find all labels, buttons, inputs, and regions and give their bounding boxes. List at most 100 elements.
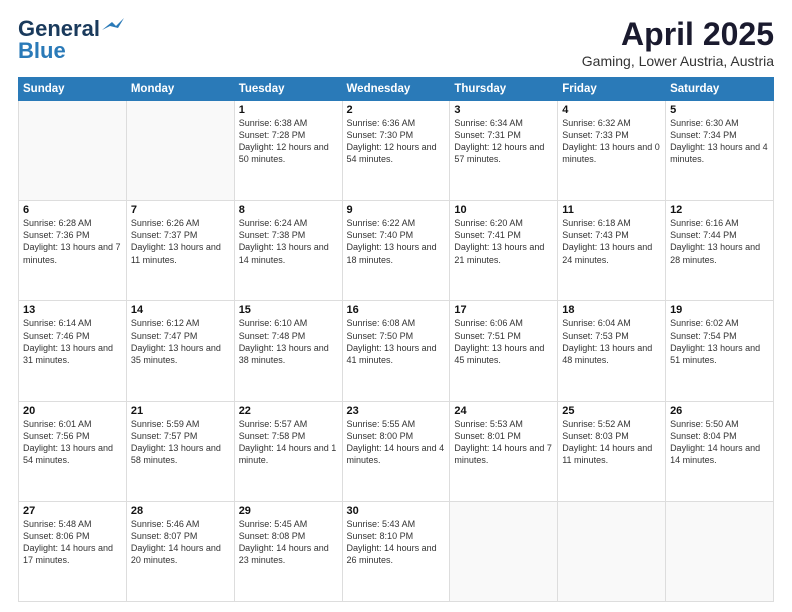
calendar-cell: 24Sunrise: 5:53 AM Sunset: 8:01 PM Dayli… bbox=[450, 401, 558, 501]
day-info: Sunrise: 6:04 AM Sunset: 7:53 PM Dayligh… bbox=[562, 317, 661, 366]
calendar-cell: 30Sunrise: 5:43 AM Sunset: 8:10 PM Dayli… bbox=[342, 501, 450, 601]
calendar-cell bbox=[19, 101, 127, 201]
day-info: Sunrise: 6:06 AM Sunset: 7:51 PM Dayligh… bbox=[454, 317, 553, 366]
day-number: 13 bbox=[23, 304, 122, 316]
calendar-cell: 2Sunrise: 6:36 AM Sunset: 7:30 PM Daylig… bbox=[342, 101, 450, 201]
day-number: 21 bbox=[131, 405, 230, 417]
day-info: Sunrise: 6:10 AM Sunset: 7:48 PM Dayligh… bbox=[239, 317, 338, 366]
calendar-week-row: 1Sunrise: 6:38 AM Sunset: 7:28 PM Daylig… bbox=[19, 101, 774, 201]
day-number: 9 bbox=[347, 204, 446, 216]
day-info: Sunrise: 5:53 AM Sunset: 8:01 PM Dayligh… bbox=[454, 418, 553, 467]
calendar-cell bbox=[666, 501, 774, 601]
calendar-cell: 11Sunrise: 6:18 AM Sunset: 7:43 PM Dayli… bbox=[558, 201, 666, 301]
calendar-cell: 19Sunrise: 6:02 AM Sunset: 7:54 PM Dayli… bbox=[666, 301, 774, 401]
month-title: April 2025 bbox=[582, 16, 774, 53]
calendar-cell: 13Sunrise: 6:14 AM Sunset: 7:46 PM Dayli… bbox=[19, 301, 127, 401]
day-info: Sunrise: 6:24 AM Sunset: 7:38 PM Dayligh… bbox=[239, 217, 338, 266]
day-info: Sunrise: 5:43 AM Sunset: 8:10 PM Dayligh… bbox=[347, 518, 446, 567]
logo-bird-icon bbox=[102, 18, 124, 36]
location-subtitle: Gaming, Lower Austria, Austria bbox=[582, 53, 774, 69]
calendar-cell: 12Sunrise: 6:16 AM Sunset: 7:44 PM Dayli… bbox=[666, 201, 774, 301]
calendar-cell: 9Sunrise: 6:22 AM Sunset: 7:40 PM Daylig… bbox=[342, 201, 450, 301]
title-block: April 2025 Gaming, Lower Austria, Austri… bbox=[582, 16, 774, 69]
day-number: 25 bbox=[562, 405, 661, 417]
day-number: 23 bbox=[347, 405, 446, 417]
calendar-cell: 10Sunrise: 6:20 AM Sunset: 7:41 PM Dayli… bbox=[450, 201, 558, 301]
calendar-cell: 26Sunrise: 5:50 AM Sunset: 8:04 PM Dayli… bbox=[666, 401, 774, 501]
calendar-cell: 7Sunrise: 6:26 AM Sunset: 7:37 PM Daylig… bbox=[126, 201, 234, 301]
page: General Blue April 2025 Gaming, Lower Au… bbox=[0, 0, 792, 612]
calendar-cell: 15Sunrise: 6:10 AM Sunset: 7:48 PM Dayli… bbox=[234, 301, 342, 401]
calendar-cell: 6Sunrise: 6:28 AM Sunset: 7:36 PM Daylig… bbox=[19, 201, 127, 301]
day-info: Sunrise: 6:08 AM Sunset: 7:50 PM Dayligh… bbox=[347, 317, 446, 366]
day-info: Sunrise: 5:45 AM Sunset: 8:08 PM Dayligh… bbox=[239, 518, 338, 567]
day-info: Sunrise: 6:02 AM Sunset: 7:54 PM Dayligh… bbox=[670, 317, 769, 366]
day-info: Sunrise: 6:20 AM Sunset: 7:41 PM Dayligh… bbox=[454, 217, 553, 266]
logo-blue: Blue bbox=[18, 38, 66, 64]
day-number: 15 bbox=[239, 304, 338, 316]
day-info: Sunrise: 6:28 AM Sunset: 7:36 PM Dayligh… bbox=[23, 217, 122, 266]
calendar-cell: 21Sunrise: 5:59 AM Sunset: 7:57 PM Dayli… bbox=[126, 401, 234, 501]
day-number: 10 bbox=[454, 204, 553, 216]
calendar-cell: 29Sunrise: 5:45 AM Sunset: 8:08 PM Dayli… bbox=[234, 501, 342, 601]
day-info: Sunrise: 6:26 AM Sunset: 7:37 PM Dayligh… bbox=[131, 217, 230, 266]
col-tuesday: Tuesday bbox=[234, 78, 342, 101]
calendar-cell bbox=[558, 501, 666, 601]
day-info: Sunrise: 5:48 AM Sunset: 8:06 PM Dayligh… bbox=[23, 518, 122, 567]
day-number: 26 bbox=[670, 405, 769, 417]
col-saturday: Saturday bbox=[666, 78, 774, 101]
day-number: 4 bbox=[562, 104, 661, 116]
day-number: 27 bbox=[23, 505, 122, 517]
calendar-cell: 8Sunrise: 6:24 AM Sunset: 7:38 PM Daylig… bbox=[234, 201, 342, 301]
calendar-week-row: 13Sunrise: 6:14 AM Sunset: 7:46 PM Dayli… bbox=[19, 301, 774, 401]
day-info: Sunrise: 6:01 AM Sunset: 7:56 PM Dayligh… bbox=[23, 418, 122, 467]
calendar-week-row: 20Sunrise: 6:01 AM Sunset: 7:56 PM Dayli… bbox=[19, 401, 774, 501]
day-number: 11 bbox=[562, 204, 661, 216]
day-info: Sunrise: 6:30 AM Sunset: 7:34 PM Dayligh… bbox=[670, 117, 769, 166]
day-info: Sunrise: 5:46 AM Sunset: 8:07 PM Dayligh… bbox=[131, 518, 230, 567]
calendar-cell: 28Sunrise: 5:46 AM Sunset: 8:07 PM Dayli… bbox=[126, 501, 234, 601]
day-info: Sunrise: 6:38 AM Sunset: 7:28 PM Dayligh… bbox=[239, 117, 338, 166]
day-number: 24 bbox=[454, 405, 553, 417]
day-info: Sunrise: 5:52 AM Sunset: 8:03 PM Dayligh… bbox=[562, 418, 661, 467]
calendar-week-row: 6Sunrise: 6:28 AM Sunset: 7:36 PM Daylig… bbox=[19, 201, 774, 301]
calendar-cell: 3Sunrise: 6:34 AM Sunset: 7:31 PM Daylig… bbox=[450, 101, 558, 201]
calendar-cell: 23Sunrise: 5:55 AM Sunset: 8:00 PM Dayli… bbox=[342, 401, 450, 501]
day-number: 20 bbox=[23, 405, 122, 417]
day-number: 16 bbox=[347, 304, 446, 316]
calendar-cell: 5Sunrise: 6:30 AM Sunset: 7:34 PM Daylig… bbox=[666, 101, 774, 201]
day-number: 5 bbox=[670, 104, 769, 116]
day-info: Sunrise: 5:50 AM Sunset: 8:04 PM Dayligh… bbox=[670, 418, 769, 467]
day-number: 12 bbox=[670, 204, 769, 216]
calendar-cell: 16Sunrise: 6:08 AM Sunset: 7:50 PM Dayli… bbox=[342, 301, 450, 401]
col-sunday: Sunday bbox=[19, 78, 127, 101]
calendar-cell: 14Sunrise: 6:12 AM Sunset: 7:47 PM Dayli… bbox=[126, 301, 234, 401]
day-number: 19 bbox=[670, 304, 769, 316]
day-number: 3 bbox=[454, 104, 553, 116]
col-friday: Friday bbox=[558, 78, 666, 101]
calendar-cell bbox=[450, 501, 558, 601]
day-info: Sunrise: 6:32 AM Sunset: 7:33 PM Dayligh… bbox=[562, 117, 661, 166]
col-monday: Monday bbox=[126, 78, 234, 101]
calendar-cell bbox=[126, 101, 234, 201]
day-number: 28 bbox=[131, 505, 230, 517]
day-number: 30 bbox=[347, 505, 446, 517]
day-number: 18 bbox=[562, 304, 661, 316]
calendar-cell: 4Sunrise: 6:32 AM Sunset: 7:33 PM Daylig… bbox=[558, 101, 666, 201]
day-number: 2 bbox=[347, 104, 446, 116]
day-info: Sunrise: 6:36 AM Sunset: 7:30 PM Dayligh… bbox=[347, 117, 446, 166]
logo: General Blue bbox=[18, 16, 124, 64]
calendar-cell: 1Sunrise: 6:38 AM Sunset: 7:28 PM Daylig… bbox=[234, 101, 342, 201]
calendar-cell: 20Sunrise: 6:01 AM Sunset: 7:56 PM Dayli… bbox=[19, 401, 127, 501]
calendar-cell: 27Sunrise: 5:48 AM Sunset: 8:06 PM Dayli… bbox=[19, 501, 127, 601]
day-info: Sunrise: 5:55 AM Sunset: 8:00 PM Dayligh… bbox=[347, 418, 446, 467]
day-number: 6 bbox=[23, 204, 122, 216]
col-wednesday: Wednesday bbox=[342, 78, 450, 101]
calendar-cell: 18Sunrise: 6:04 AM Sunset: 7:53 PM Dayli… bbox=[558, 301, 666, 401]
col-thursday: Thursday bbox=[450, 78, 558, 101]
day-info: Sunrise: 5:57 AM Sunset: 7:58 PM Dayligh… bbox=[239, 418, 338, 467]
day-number: 14 bbox=[131, 304, 230, 316]
calendar-header-row: Sunday Monday Tuesday Wednesday Thursday… bbox=[19, 78, 774, 101]
calendar-week-row: 27Sunrise: 5:48 AM Sunset: 8:06 PM Dayli… bbox=[19, 501, 774, 601]
day-info: Sunrise: 6:22 AM Sunset: 7:40 PM Dayligh… bbox=[347, 217, 446, 266]
